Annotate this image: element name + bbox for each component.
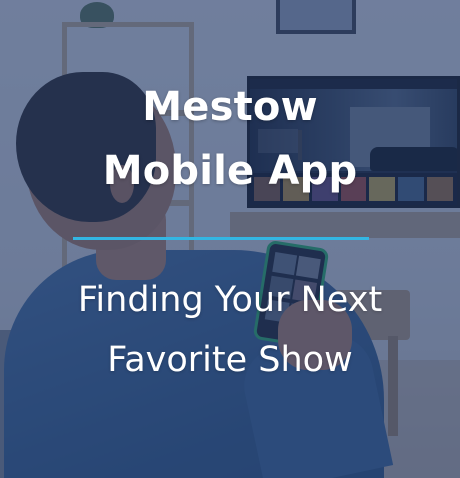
subtitle-line-1: Finding Your Next <box>77 280 383 320</box>
promo-card: Mestow Mobile App Finding Your Next Favo… <box>0 0 460 478</box>
title-divider <box>73 237 369 240</box>
title-line-2: Mobile App <box>102 148 358 194</box>
subtitle-line-2: Favorite Show <box>107 340 353 380</box>
title-line-1: Mestow <box>142 84 318 130</box>
